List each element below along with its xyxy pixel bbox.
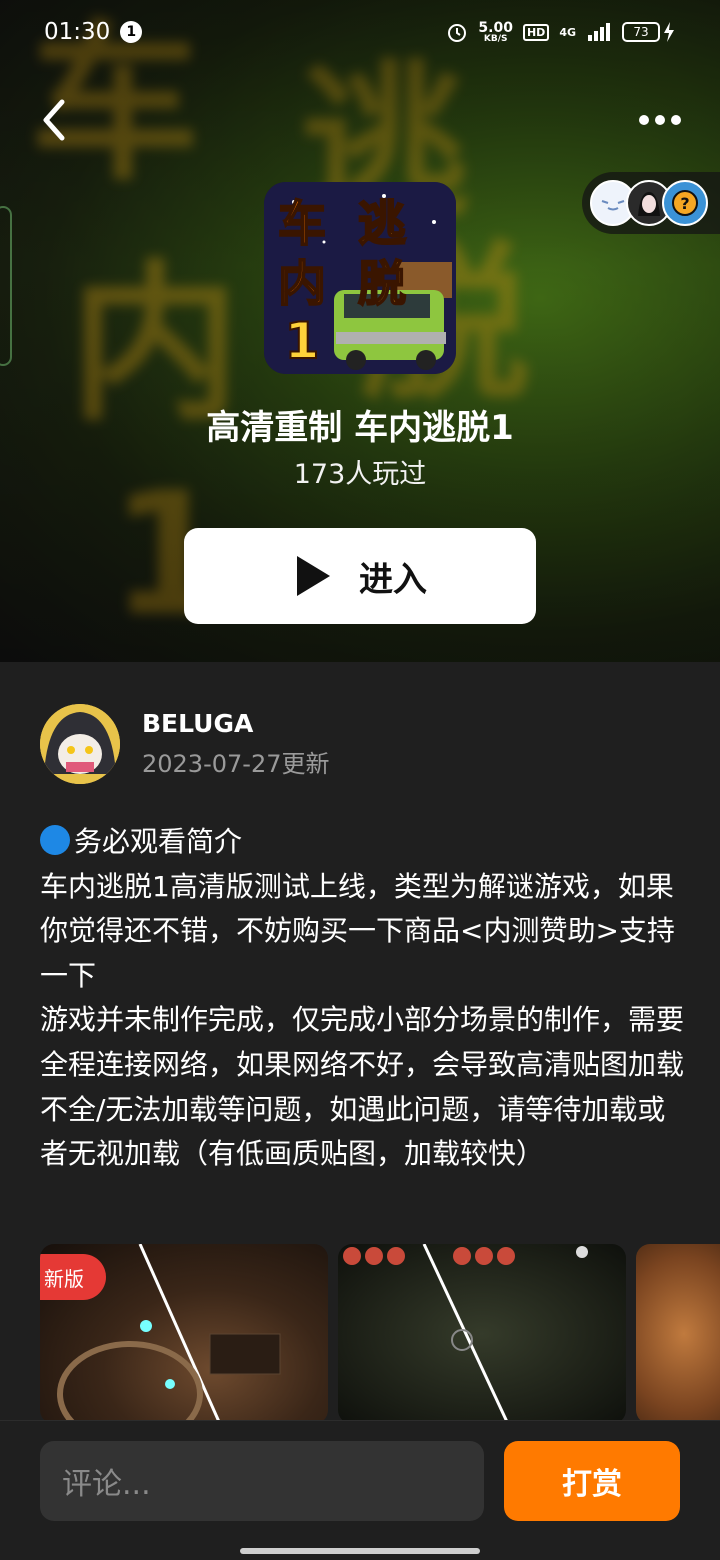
status-time: 01:30	[44, 19, 111, 45]
enter-button[interactable]: 进入	[184, 528, 536, 624]
face-icon	[601, 200, 625, 211]
icon-char: 逃	[358, 196, 406, 252]
game-title: 高清重制 车内逃脱1	[206, 408, 514, 448]
more-options-button[interactable]	[634, 104, 686, 136]
bottom-bar: 评论... 打赏	[0, 1420, 720, 1560]
updated-date: 2023-07-27更新	[142, 750, 330, 778]
comment-input[interactable]: 评论...	[40, 1441, 484, 1521]
chevron-left-icon	[43, 99, 65, 141]
anime-girl-icon	[638, 192, 660, 216]
tip-button[interactable]: 打赏	[504, 1441, 680, 1521]
icon-char: 脱	[358, 256, 406, 312]
hd-badge: HD	[522, 23, 550, 41]
notification-badge: 1	[120, 21, 143, 43]
net-speed-unit: KB/S	[483, 33, 508, 44]
screenshot[interactable]: 新版	[40, 1244, 328, 1420]
alarm-icon	[448, 24, 467, 42]
signal-icon	[588, 23, 610, 41]
screenshot[interactable]	[636, 1244, 720, 1420]
more-dot-icon	[639, 115, 649, 125]
status-bar: 01:30 1 5.00 KB/S HD 4G 73	[0, 0, 720, 64]
battery: 73	[622, 21, 676, 43]
game-detail: BELUGA 2023-07-27更新 务必观看简介 车内逃脱1高清版测试上线，…	[0, 662, 720, 1420]
back-button[interactable]	[34, 96, 78, 146]
game-icon: 车 逃 内 脱 1	[264, 182, 456, 374]
author-avatar-art	[40, 704, 120, 784]
net-speed: 5.00 KB/S	[478, 21, 513, 44]
player-avatar: ?	[662, 180, 708, 226]
screenshot-art	[343, 1244, 588, 1420]
author-row[interactable]: BELUGA 2023-07-27更新	[40, 704, 329, 784]
more-dot-icon	[655, 115, 665, 125]
author-info: BELUGA 2023-07-27更新	[142, 709, 329, 779]
edge-handle[interactable]	[0, 206, 12, 366]
description-line: 车内逃脱1高清版测试上线，类型为解谜游戏，如果你觉得还不错，不妨购买一下商品<内…	[40, 869, 675, 992]
signal-label: 4G	[559, 25, 576, 39]
icon-char: 内	[278, 256, 326, 312]
home-indicator[interactable]	[240, 1548, 480, 1554]
question-icon: ?	[672, 190, 698, 216]
avatar[interactable]	[40, 704, 120, 784]
description-line: 游戏并未制作完成，仅完成小部分场景的制作，需要全程连接网络，如果网络不好，会导致…	[40, 1003, 685, 1171]
more-dot-icon	[671, 115, 681, 125]
screenshot[interactable]	[338, 1244, 626, 1420]
net-speed-value: 5.00	[478, 19, 513, 36]
recent-players[interactable]: ?	[582, 172, 720, 234]
play-icon	[297, 556, 330, 596]
svg-text:?: ?	[680, 194, 689, 213]
icon-char: 1	[285, 312, 320, 370]
status-icons: 5.00 KB/S HD 4G 73	[446, 21, 676, 44]
screenshot-carousel[interactable]: 新版	[40, 1244, 720, 1420]
author-name[interactable]: BELUGA	[142, 709, 329, 738]
play-count: 173人玩过	[293, 459, 427, 490]
icon-char: 车	[278, 196, 326, 252]
description-line: 务必观看简介	[74, 825, 243, 858]
description-heading: 务必观看简介	[40, 820, 688, 865]
new-version-badge: 新版	[40, 1254, 106, 1300]
enter-label: 进入	[359, 559, 427, 600]
charging-icon	[664, 22, 674, 42]
game-description: 务必观看简介 车内逃脱1高清版测试上线，类型为解谜游戏，如果你觉得还不错，不妨购…	[40, 820, 688, 1177]
blue-circle-icon	[40, 825, 70, 855]
battery-level: 73	[622, 22, 660, 42]
game-icon-art: 车 逃 内 脱 1	[264, 182, 456, 374]
